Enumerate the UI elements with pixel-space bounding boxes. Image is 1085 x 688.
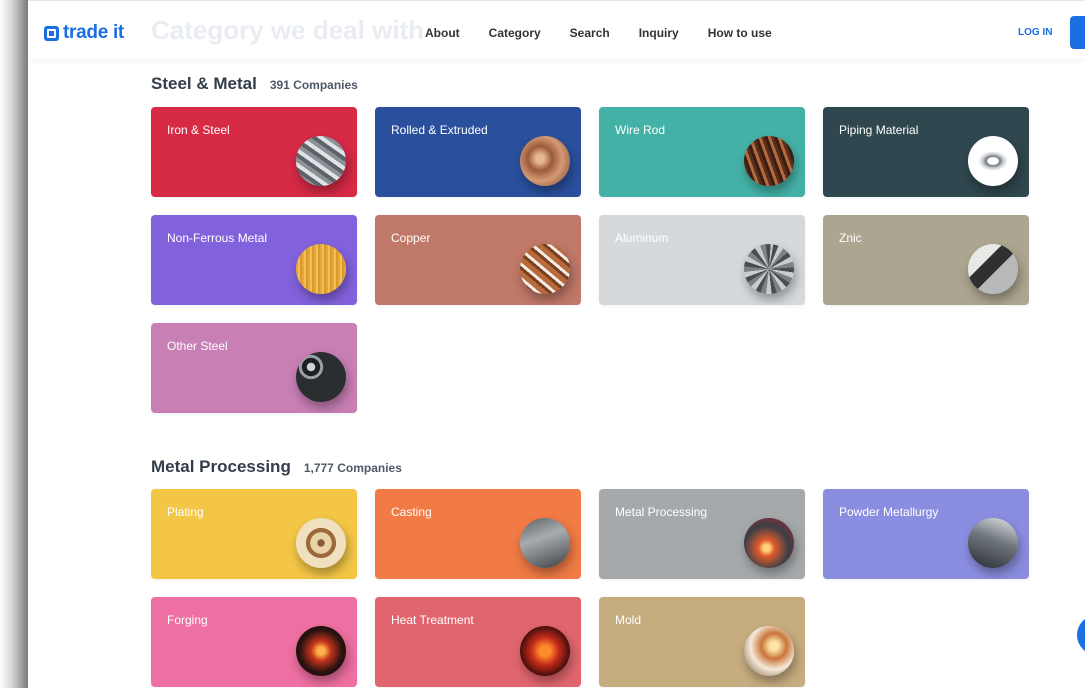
zinc-sheet-photo-icon xyxy=(968,244,1018,294)
nav-how-to-use[interactable]: How to use xyxy=(708,26,772,40)
grinding-sparks-photo-icon xyxy=(744,518,794,568)
category-card[interactable]: Rolled & Extruded xyxy=(375,107,581,197)
section-title: Steel & Metal xyxy=(151,74,257,93)
category-label: Iron & Steel xyxy=(167,123,230,137)
category-label: Casting xyxy=(391,505,432,519)
faded-page-heading: Category we deal with xyxy=(151,15,425,45)
category-card[interactable]: Wire Rod xyxy=(599,107,805,197)
category-label: Mold xyxy=(615,613,642,627)
category-card[interactable]: Non-Ferrous Metal xyxy=(151,215,357,305)
heat-glow-photo-icon xyxy=(520,626,570,676)
category-card[interactable]: Casting xyxy=(375,489,581,579)
category-card[interactable]: Metal Processing xyxy=(599,489,805,579)
plated-parts-photo-icon xyxy=(296,518,346,568)
category-card[interactable]: Heat Treatment xyxy=(375,597,581,687)
mold-tool-photo-icon xyxy=(744,626,794,676)
category-label: Forging xyxy=(167,613,208,627)
steel-rods-photo-icon xyxy=(296,352,346,402)
category-label: Plating xyxy=(167,505,204,519)
category-card[interactable]: Other Steel xyxy=(151,323,357,413)
category-label: Powder Metallurgy xyxy=(839,505,939,519)
copper-tubes-photo-icon xyxy=(520,244,570,294)
page: trade it Category we deal with About Cat… xyxy=(28,0,1085,688)
category-card[interactable]: Copper xyxy=(375,215,581,305)
category-label: Rolled & Extruded xyxy=(391,123,488,137)
category-card[interactable]: Forging xyxy=(151,597,357,687)
nav-inquiry[interactable]: Inquiry xyxy=(639,26,679,40)
section-heading-metal-processing: Metal Processing 1,777 Companies xyxy=(151,457,402,477)
nav-about[interactable]: About xyxy=(425,26,460,40)
casting-factory-photo-icon xyxy=(520,518,570,568)
category-card[interactable]: Plating xyxy=(151,489,357,579)
signup-button[interactable] xyxy=(1070,16,1085,49)
category-card[interactable]: Znic xyxy=(823,215,1029,305)
section-title: Metal Processing xyxy=(151,457,291,476)
category-label: Heat Treatment xyxy=(391,613,474,627)
category-card[interactable]: Aluminum xyxy=(599,215,805,305)
login-link[interactable]: LOG IN xyxy=(1018,27,1052,38)
category-label: Znic xyxy=(839,231,862,245)
company-count: 1,777 Companies xyxy=(303,461,402,475)
chat-fab-button[interactable] xyxy=(1077,615,1085,655)
wire-coil-photo-icon xyxy=(744,136,794,186)
page-shadow-edge xyxy=(0,0,28,688)
main-nav: About Category Search Inquiry How to use xyxy=(425,26,801,40)
copper-rolls-photo-icon xyxy=(520,136,570,186)
category-label: Non-Ferrous Metal xyxy=(167,231,268,245)
logo-text: trade it xyxy=(63,22,124,43)
steel-pipes-photo-icon xyxy=(296,136,346,186)
category-label: Aluminum xyxy=(615,231,669,245)
category-label: Metal Processing xyxy=(615,505,708,519)
aluminum-foil-photo-icon xyxy=(744,244,794,294)
category-card[interactable]: Iron & Steel xyxy=(151,107,357,197)
logo-icon xyxy=(44,25,59,41)
category-label: Wire Rod xyxy=(615,123,666,137)
site-header: trade it Category we deal with About Cat… xyxy=(28,0,1085,59)
category-label: Copper xyxy=(391,231,431,245)
brushed-gold-photo-icon xyxy=(296,244,346,294)
category-card[interactable]: Piping Material xyxy=(823,107,1029,197)
category-label: Other Steel xyxy=(167,339,228,353)
site-logo[interactable]: trade it xyxy=(44,22,124,44)
section-heading-steel-metal: Steel & Metal 391 Companies xyxy=(151,74,358,94)
nav-search[interactable]: Search xyxy=(570,26,610,40)
forge-fire-photo-icon xyxy=(296,626,346,676)
machine-photo-icon xyxy=(968,518,1018,568)
company-count: 391 Companies xyxy=(269,78,358,92)
pipe-fitting-photo-icon xyxy=(968,136,1018,186)
nav-category[interactable]: Category xyxy=(489,26,541,40)
category-card[interactable]: Mold xyxy=(599,597,805,687)
category-label: Piping Material xyxy=(839,123,919,137)
category-card[interactable]: Powder Metallurgy xyxy=(823,489,1029,579)
